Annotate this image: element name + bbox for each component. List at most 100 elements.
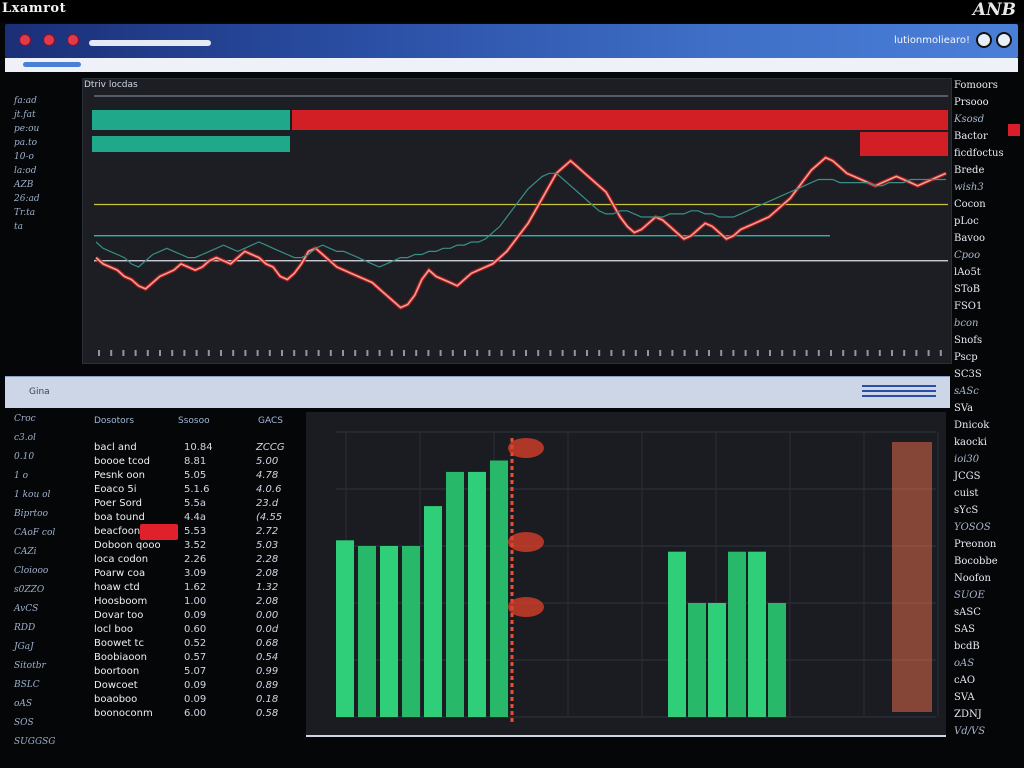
minimize-window-button[interactable] [43,34,55,46]
volume-bar[interactable] [358,546,376,717]
table-cell: loca codon [94,554,149,565]
x-tick [891,350,893,356]
left-axis-label: la:od [14,166,37,176]
right-side-label: SUOE [954,590,985,601]
right-side-label: SC3S [954,369,982,380]
active-tab-indicator[interactable] [23,62,81,67]
x-tick [415,350,418,356]
table-cell: 4.78 [256,470,279,481]
user-icon[interactable] [996,32,1012,48]
price-series-line[interactable] [95,172,946,268]
volume-bar[interactable] [402,546,420,717]
table-cell: locl boo [94,624,133,635]
x-tick [708,350,710,356]
table-header-2[interactable]: GACS [258,416,283,440]
x-tick [756,350,759,356]
volume-chart[interactable] [306,412,946,737]
table-cell: 1.00 [184,596,207,607]
table-cell: 2.28 [256,554,279,565]
table-cell: 0.52 [184,638,207,649]
x-tick [695,350,698,356]
ribbon-red [292,110,948,130]
sub-toolbar [5,58,1018,72]
volume-bar[interactable] [728,551,746,717]
table-cell: 1.62 [184,582,207,593]
table-cell: Eoaco 5i [94,484,137,495]
menu-icon[interactable] [862,385,936,399]
left-bot-label: Croc [14,414,36,424]
table-cell: 23.d [256,498,279,509]
volume-bar[interactable] [768,603,786,717]
right-side-label: cuist [954,488,979,499]
x-tick [110,350,113,356]
x-tick [329,350,332,356]
x-tick [281,350,283,356]
table-cell: bacl and [94,442,137,453]
x-tick [878,350,881,356]
table-cell: 4.4a [184,512,207,523]
table-cell: 0.00 [256,610,279,621]
volume-bar[interactable] [424,506,442,717]
table-cell: 0.99 [256,666,279,677]
address-bar[interactable] [89,40,211,46]
table-cell: boaoboo [94,694,138,705]
table-cell: 0.58 [256,708,279,719]
table-header-1[interactable]: Ssosoo [178,416,210,440]
right-side-label: Ksosd [954,114,985,125]
close-window-button[interactable] [19,34,31,46]
table-cell: boooe tcod [94,456,150,467]
x-tick [207,350,210,356]
price-chart[interactable] [82,78,952,364]
table-header-0[interactable]: Dosotors [94,416,134,440]
x-tick [464,350,466,356]
table-row[interactable]: boonoconm 6.00 0.58 [92,706,292,723]
gear-icon[interactable] [976,32,992,48]
x-tick [98,350,100,356]
left-bot-label: CAoF col [14,528,56,538]
right-side-label: SToB [954,284,981,295]
left-bot-label: Sitotbr [14,661,46,671]
panel-separator-bar[interactable]: Gina [5,376,950,408]
x-tick [146,350,149,356]
right-side-label: Brede [954,165,985,176]
x-tick [817,350,820,356]
x-tick [512,350,515,356]
volume-bar[interactable] [380,546,398,717]
data-table: Dosotors Ssosoo GACS bacl and 10.84 ZCCG bo… [92,410,292,740]
x-tick [195,350,198,356]
volume-bar[interactable] [668,551,686,717]
right-side-label: Fomoors [954,80,998,91]
x-tick [390,350,393,356]
right-side-label: Pscp [954,352,978,363]
table-cell: Hoosboom [94,596,148,607]
volume-bar[interactable] [336,540,354,717]
table-cell: 4.0.6 [256,484,282,495]
x-tick [268,350,271,356]
volume-bar[interactable] [748,551,766,717]
heat-band [892,442,932,712]
left-bot-label: Cloiooo [14,566,49,576]
table-cell: Poarw coa [94,568,146,579]
table-cell: Poer Sord [94,498,142,509]
volume-bar[interactable] [490,460,508,718]
volume-bar[interactable] [446,471,464,717]
volume-bar[interactable] [688,603,706,717]
table-cell: Dovar too [94,610,144,621]
left-axis-label: 26:ad [14,194,40,204]
left-bot-label: Biprtoo [14,509,49,519]
alert-flag-icon[interactable] [1008,124,1020,136]
left-axis-label: 10-o [14,152,34,162]
right-side-label: ZDNJ [954,709,982,720]
table-cell: 0.89 [256,680,279,691]
table-cell: 8.81 [184,456,207,467]
left-axis-label: jt.fat [14,110,36,120]
table-cell: Doboon qooo [94,540,161,551]
right-side-label: Dnicok [954,420,990,431]
volume-bar[interactable] [468,471,486,717]
right-side-label: SVA [954,692,975,703]
volume-bar[interactable] [708,603,726,717]
right-side-label: FSO1 [954,301,983,312]
x-tick [525,350,527,356]
maximize-window-button[interactable] [67,34,79,46]
table-cell: Dowcoet [94,680,138,691]
